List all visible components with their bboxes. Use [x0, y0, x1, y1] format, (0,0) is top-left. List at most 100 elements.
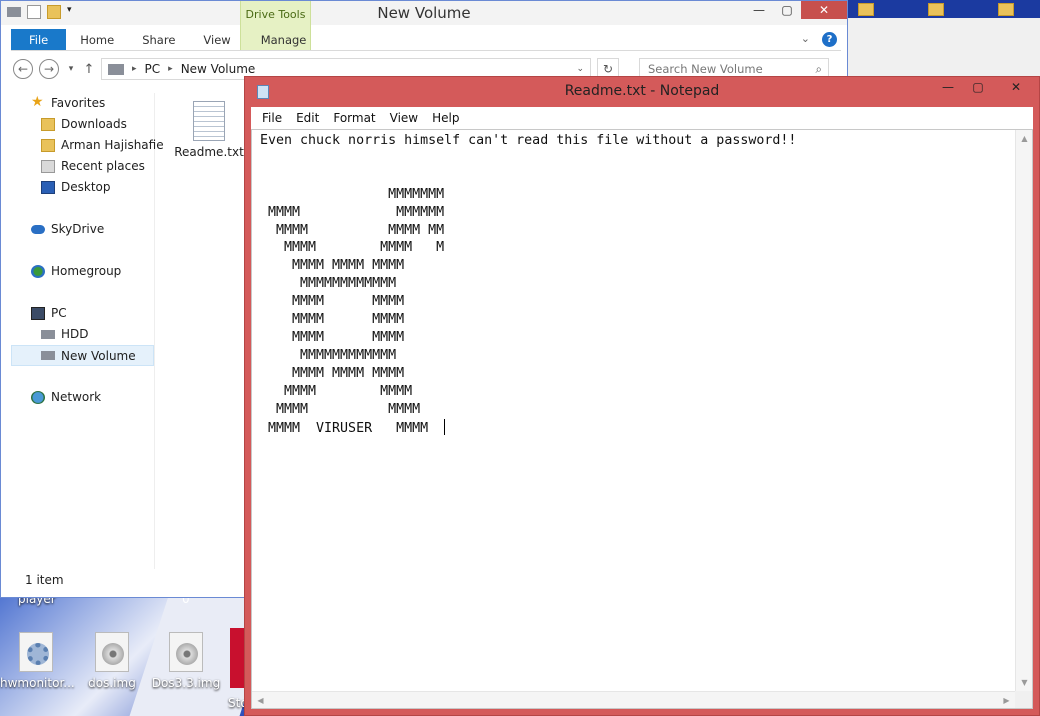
explorer-titlebar[interactable]: ▾ New Volume Drive Tools — ▢ ✕ [1, 1, 847, 51]
minimize-icon[interactable]: — [745, 1, 773, 19]
chevron-down-icon[interactable]: ⌄ [576, 64, 584, 74]
homegroup-icon [31, 265, 45, 278]
nav-item-desktop[interactable]: Desktop [11, 177, 154, 198]
scroll-left-icon[interactable]: ◀ [252, 692, 269, 709]
nav-item-user[interactable]: Arman Hajishafie [11, 135, 164, 156]
background-window [846, 0, 1040, 78]
file-name: Readme.txt [174, 145, 244, 159]
desktop-icon-dos-img[interactable]: dos.img [76, 632, 148, 690]
notepad-text-area[interactable]: Even chuck norris himself can't read thi… [251, 129, 1033, 709]
tab-home[interactable]: Home [66, 29, 128, 50]
nav-item-recent-places[interactable]: Recent places [11, 156, 154, 177]
status-bar-item-count: 1 item [25, 573, 64, 587]
nav-label: PC [51, 306, 67, 320]
background-window-titlebar [846, 0, 1040, 18]
nav-homegroup[interactable]: Homegroup [11, 261, 154, 282]
notepad-menubar: File Edit Format View Help [251, 107, 1033, 129]
nav-label: Homegroup [51, 264, 122, 278]
notepad-text: Even chuck norris himself can't read thi… [260, 133, 797, 436]
notepad-window: Readme.txt - Notepad — ▢ ✕ File Edit For… [244, 76, 1040, 716]
pc-icon [31, 307, 45, 320]
explorer-title: New Volume [377, 4, 471, 22]
scroll-right-icon[interactable]: ▶ [998, 692, 1015, 709]
network-icon [31, 391, 45, 404]
nav-network[interactable]: Network [11, 387, 154, 408]
ribbon-tabs: File Home Share View Manage ⌄ ? [11, 29, 841, 51]
vertical-scrollbar[interactable]: ▲ ▼ [1015, 130, 1032, 691]
maximize-icon[interactable]: ▢ [963, 77, 993, 97]
close-icon[interactable]: ✕ [801, 1, 847, 19]
drive-icon [41, 330, 55, 339]
desktop-icon-dos33-img[interactable]: Dos3.3.img [150, 632, 222, 690]
maximize-icon[interactable]: ▢ [773, 1, 801, 19]
navigation-pane: ★ Favorites Downloads Arman Hajishafie R… [11, 93, 164, 569]
menu-edit[interactable]: Edit [291, 111, 324, 125]
notepad-window-controls: — ▢ ✕ [933, 77, 1039, 97]
nav-label: Favorites [51, 96, 106, 110]
desktop-icon-hwmonitor[interactable]: hwmonitor... [0, 632, 75, 690]
menu-file[interactable]: File [257, 111, 287, 125]
search-icon: ⌕ [815, 62, 822, 76]
tab-file[interactable]: File [11, 29, 67, 50]
desktop-icon-label: dos.img [88, 676, 136, 690]
folder-icon [927, 3, 944, 16]
horizontal-scrollbar[interactable]: ◀ ▶ [252, 691, 1015, 708]
scroll-up-icon[interactable]: ▲ [1016, 130, 1033, 147]
downloads-folder-icon [41, 118, 55, 131]
breadcrumb-new-volume[interactable]: New Volume [181, 62, 256, 76]
desktop-icon-label: Dos3.3.img [151, 676, 221, 690]
hwmonitor-icon [19, 632, 53, 672]
desktop-icon [41, 181, 55, 194]
nav-label: Desktop [61, 180, 111, 194]
drive-icon [41, 351, 55, 360]
nav-label: Recent places [61, 159, 145, 173]
nav-label: New Volume [61, 349, 136, 363]
user-folder-icon [41, 139, 55, 152]
nav-label: Network [51, 390, 102, 404]
tab-view[interactable]: View [189, 29, 244, 50]
nav-label: Downloads [61, 117, 127, 131]
star-icon: ★ [31, 94, 44, 110]
back-icon[interactable]: ← [13, 59, 33, 79]
expand-ribbon-icon[interactable]: ⌄ [801, 32, 810, 47]
disc-image-icon [169, 632, 203, 672]
menu-view[interactable]: View [385, 111, 423, 125]
breadcrumb-pc[interactable]: PC [145, 62, 161, 76]
forward-icon[interactable]: → [39, 59, 59, 79]
nav-skydrive[interactable]: SkyDrive [11, 219, 154, 240]
notepad-content: Even chuck norris himself can't read thi… [260, 132, 796, 437]
desktop-wallpaper-red-mark [230, 628, 244, 688]
text-file-icon [193, 101, 225, 141]
tab-share[interactable]: Share [128, 29, 189, 50]
nav-pc[interactable]: PC [11, 303, 154, 324]
ribbon-right-controls: ⌄ ? [801, 32, 837, 47]
nav-label: Arman Hajishafie [61, 138, 164, 152]
scroll-down-icon[interactable]: ▼ [1016, 674, 1033, 691]
recent-places-icon [41, 160, 55, 173]
nav-label: SkyDrive [51, 222, 105, 236]
pc-icon [108, 63, 124, 75]
text-caret [444, 418, 446, 435]
tab-manage[interactable]: Manage [247, 29, 321, 50]
search-placeholder: Search New Volume [648, 62, 763, 76]
nav-item-downloads[interactable]: Downloads [11, 114, 154, 135]
up-icon[interactable]: ↑ [83, 62, 95, 77]
nav-item-new-volume[interactable]: New Volume [11, 345, 154, 366]
cloud-icon [31, 225, 45, 234]
explorer-window-controls: — ▢ ✕ [745, 1, 847, 19]
minimize-icon[interactable]: — [933, 77, 963, 97]
nav-item-hdd[interactable]: HDD [11, 324, 154, 345]
help-icon[interactable]: ? [822, 32, 837, 47]
folder-icon [997, 3, 1014, 16]
recent-locations-icon[interactable]: ▾ [65, 64, 77, 74]
nav-label: HDD [61, 327, 89, 341]
desktop-icon-label: hwmonitor... [0, 676, 75, 690]
notepad-titlebar[interactable]: Readme.txt - Notepad — ▢ ✕ [245, 77, 1039, 105]
menu-format[interactable]: Format [328, 111, 380, 125]
disc-image-icon [95, 632, 129, 672]
menu-help[interactable]: Help [427, 111, 464, 125]
nav-favorites[interactable]: ★ Favorites [11, 93, 154, 114]
close-icon[interactable]: ✕ [993, 77, 1039, 97]
notepad-title: Readme.txt - Notepad [564, 83, 720, 99]
file-item-readme[interactable]: Readme.txt [171, 101, 247, 159]
